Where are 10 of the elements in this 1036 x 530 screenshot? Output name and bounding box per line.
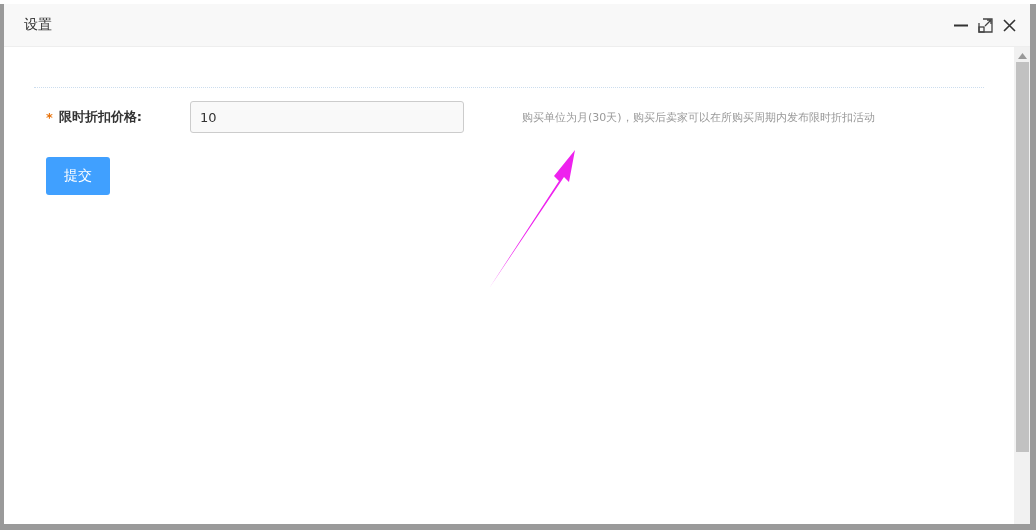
maximize-icon[interactable] — [978, 17, 993, 33]
window-title: 设置 — [24, 16, 53, 34]
minimize-icon[interactable] — [954, 23, 968, 27]
field-label: 限时折扣价格: — [58, 108, 142, 126]
required-mark: * — [46, 109, 53, 125]
scroll-thumb[interactable] — [1015, 62, 1029, 452]
scrollbar[interactable] — [1014, 47, 1030, 524]
price-input[interactable]: 10 — [190, 101, 464, 133]
hint-text: 购买单位为月(30天)，购买后卖家可以在所购买周期内发布限时折扣活动 — [522, 109, 875, 125]
close-icon[interactable] — [1003, 18, 1016, 32]
